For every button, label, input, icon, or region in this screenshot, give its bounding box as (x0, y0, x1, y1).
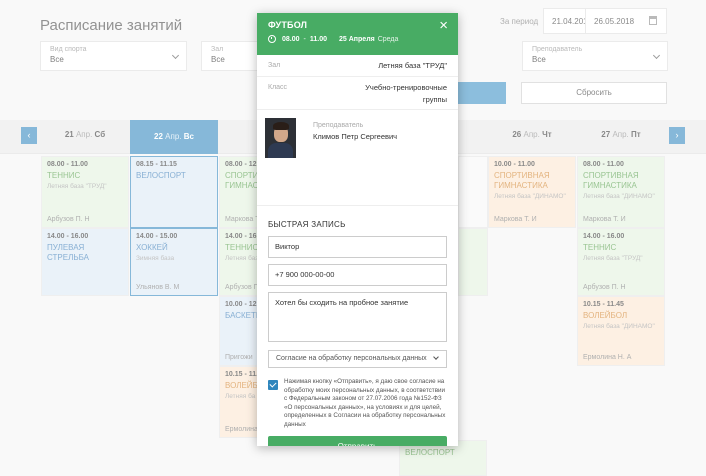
time-start: 08.00 (282, 35, 300, 43)
time-end: 11.00 (309, 35, 328, 43)
quick-signup-form: БЫСТРАЯ ЗАПИСЬ Виктор +7 900 000-00-00 Х… (257, 206, 458, 446)
consent-dropdown[interactable]: Согласие на обработку персональных данны… (268, 350, 447, 368)
teacher-avatar (265, 118, 296, 158)
time-separator: - (303, 35, 306, 43)
hall-value: Летняя база "ТРУД" (378, 61, 447, 70)
phone-field[interactable]: +7 900 000-00-00 (268, 264, 447, 286)
class-row: Класс Учебно-тренировочные группы (257, 77, 458, 110)
chevron-down-icon (433, 354, 439, 360)
consent-block: Нажимая кнопку «Отправить», я даю свое с… (268, 378, 447, 432)
teacher-label: Преподаватель (313, 122, 364, 129)
close-icon[interactable]: × (439, 18, 448, 33)
consent-dropdown-label: Согласие на обработку персональных данны… (276, 355, 427, 362)
modal-header: ФУТБОЛ × 08.00 - 11.00 25 Апреля Среда (257, 13, 458, 55)
lesson-modal: ФУТБОЛ × 08.00 - 11.00 25 Апреля Среда З… (257, 13, 458, 446)
quick-signup-title: БЫСТРАЯ ЗАПИСЬ (268, 220, 346, 229)
lesson-datetime: 08.00 - 11.00 25 Апреля Среда (268, 35, 447, 43)
lesson-weekday: Среда (377, 35, 399, 43)
hall-label: Зал (268, 62, 281, 69)
teacher-name: Климов Петр Сергеевич (313, 132, 398, 141)
consent-checkbox[interactable] (268, 380, 278, 390)
message-field[interactable]: Хотел бы сходить на пробное занятие (268, 292, 447, 342)
teacher-row: Преподаватель Климов Петр Сергеевич (257, 110, 458, 206)
clock-icon (268, 35, 276, 43)
modal-title: ФУТБОЛ (268, 20, 308, 30)
class-label: Класс (268, 84, 288, 91)
submit-button[interactable]: Отправить (268, 436, 447, 446)
class-value: Учебно-тренировочные группы (365, 83, 447, 104)
consent-text: Нажимая кнопку «Отправить», я даю свое с… (284, 378, 446, 428)
hall-row: Зал Летняя база "ТРУД" (257, 55, 458, 77)
name-field[interactable]: Виктор (268, 236, 447, 258)
lesson-date: 25 Апреля (339, 35, 375, 43)
